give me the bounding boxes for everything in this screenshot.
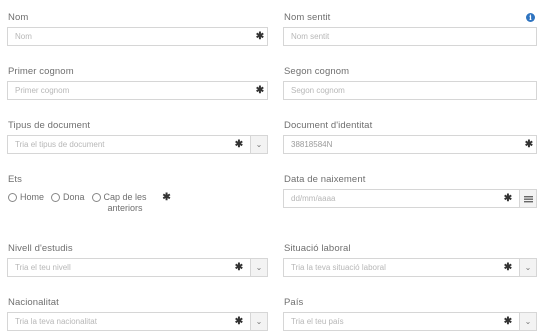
required-icon: ✱ [503,193,513,204]
calendar-icon[interactable] [519,190,536,207]
nacionalitat-placeholder: Tria la teva nacionalitat [15,317,97,326]
document-identitat-field[interactable]: 38818584N ✱ [283,135,537,154]
radio-dona[interactable]: Dona [51,192,85,202]
ets-radio-group: Home Dona Cap de les anteriors ✱ [8,192,174,214]
tipus-document-label: Tipus de document [8,120,91,131]
chevron-down-icon[interactable]: ⌄ [519,259,536,276]
nivell-estudis-label: Nivell d'estudis [8,243,73,254]
radio-cap-label-line2: anteriors [107,203,143,213]
nacionalitat-select[interactable]: Tria la teva nacionalitat ✱ ⌄ [7,312,268,331]
radio-home-label: Home [20,192,45,202]
pais-select[interactable]: Tria el teu país ✱ ⌄ [283,312,537,331]
segon-cognom-label: Segon cognom [284,66,350,77]
nom-sentit-field[interactable]: Nom sentit [283,27,537,46]
data-naixement-label: Data de naixement [284,174,366,185]
chevron-down-icon[interactable]: ⌄ [250,136,267,153]
data-naixement-placeholder: dd/mm/aaaa [291,194,336,203]
required-icon: ✱ [255,85,265,96]
document-identitat-label: Document d'identitat [284,120,373,131]
required-icon: ✱ [255,31,265,42]
chevron-down-icon[interactable]: ⌄ [250,259,267,276]
nivell-estudis-placeholder: Tria el teu nivell [15,263,71,272]
nom-sentit-label: Nom sentit [284,12,331,23]
nom-field[interactable]: Nom ✱ [7,27,268,46]
radio-circle-icon [91,193,101,202]
required-icon: ✱ [234,316,244,327]
tipus-document-select[interactable]: Tria el tipus de document ✱ ⌄ [7,135,268,154]
document-identitat-value: 38818584N [291,140,333,149]
required-icon: ✱ [524,139,534,150]
chevron-down-icon[interactable]: ⌄ [250,313,267,330]
nom-placeholder: Nom [15,32,32,41]
chevron-down-icon[interactable]: ⌄ [519,313,536,330]
situacio-laboral-label: Situació laboral [284,243,351,254]
data-naixement-field[interactable]: dd/mm/aaaa ✱ [283,189,537,208]
radio-circle-icon [8,193,17,202]
situacio-laboral-placeholder: Tria la teva situació laboral [291,263,386,272]
ets-label: Ets [8,174,23,185]
radio-dona-label: Dona [63,192,85,202]
radio-home[interactable]: Home [8,192,44,202]
segon-cognom-placeholder: Segon cognom [291,86,345,95]
tipus-document-placeholder: Tria el tipus de document [15,140,105,149]
primer-cognom-placeholder: Primer cognom [15,86,70,95]
nacionalitat-label: Nacionalitat [8,297,59,308]
required-icon: ✱ [162,192,171,203]
segon-cognom-field[interactable]: Segon cognom [283,81,537,100]
nom-sentit-placeholder: Nom sentit [291,32,330,41]
nom-label: Nom [8,12,29,23]
pais-label: País [284,297,304,308]
primer-cognom-field[interactable]: Primer cognom ✱ [7,81,268,100]
required-icon: ✱ [234,139,244,150]
pais-placeholder: Tria el teu país [291,317,344,326]
radio-cap-de-les-anteriors[interactable]: Cap de les anteriors [91,192,147,214]
required-icon: ✱ [503,316,513,327]
required-icon: ✱ [234,262,244,273]
primer-cognom-label: Primer cognom [8,66,74,77]
nivell-estudis-select[interactable]: Tria el teu nivell ✱ ⌄ [7,258,268,277]
situacio-laboral-select[interactable]: Tria la teva situació laboral ✱ ⌄ [283,258,537,277]
radio-circle-icon [51,193,61,202]
info-icon[interactable]: i [526,13,535,22]
required-icon: ✱ [503,262,513,273]
radio-cap-label-line1: Cap de les [103,192,147,202]
